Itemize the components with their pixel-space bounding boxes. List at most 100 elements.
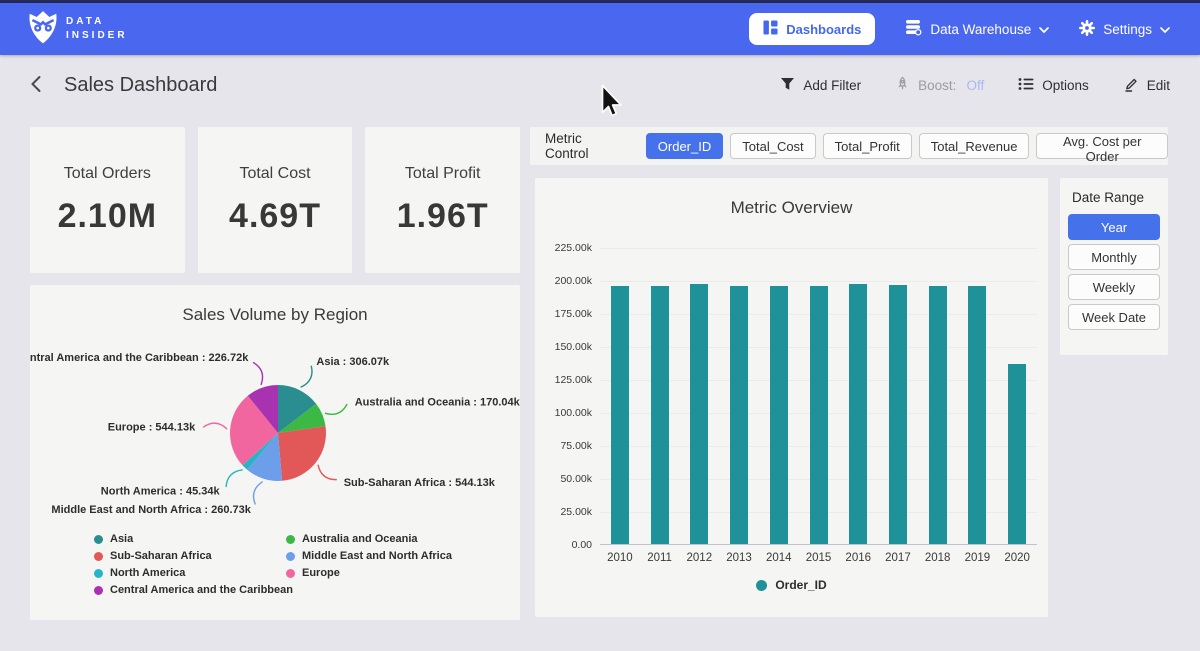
- sales-volume-card: Sales Volume by Region Asia : 306.07kAus…: [30, 285, 520, 620]
- date-option-week-date[interactable]: Week Date: [1068, 304, 1160, 330]
- nav-settings[interactable]: Settings: [1079, 20, 1170, 39]
- bar-2017[interactable]: [889, 285, 907, 544]
- logo[interactable]: DATA INSIDER: [28, 9, 128, 50]
- bar-2010[interactable]: [611, 286, 629, 544]
- bar-legend-item[interactable]: Order_ID: [535, 578, 1048, 592]
- pie-legend-item-central-america-and-the-caribbean[interactable]: Central America and the Caribbean: [94, 584, 293, 596]
- kpi-card-total-orders: Total Orders2.10M: [30, 127, 185, 273]
- edit-button[interactable]: Edit: [1117, 75, 1176, 96]
- kpi-value: 1.96T: [397, 197, 489, 236]
- y-axis-tick: 0.00: [538, 539, 592, 551]
- pie-legend-item-sub-saharan-africa[interactable]: Sub-Saharan Africa: [94, 550, 293, 562]
- legend-label: North America: [110, 567, 185, 579]
- pie-chart-title: Sales Volume by Region: [30, 305, 520, 325]
- bar-2014[interactable]: [770, 286, 788, 544]
- legend-dot: [94, 552, 103, 561]
- x-axis-label: 2017: [878, 552, 918, 564]
- metric-option-order-id[interactable]: Order_ID: [646, 133, 723, 159]
- pie-label-europe: Europe : 544.13k: [108, 421, 196, 433]
- legend-dot: [286, 569, 295, 578]
- pie-legend-item-australia-and-oceania[interactable]: Australia and Oceania: [286, 533, 452, 545]
- legend-dot: [94, 586, 103, 595]
- legend-label: Middle East and North Africa: [302, 550, 452, 562]
- boost-toggle[interactable]: Boost:Off: [889, 75, 990, 96]
- gridline: [600, 281, 1037, 282]
- pie-legend-column-1: Asia Sub-Saharan Africa North America Centr…: [94, 533, 293, 596]
- metric-control-label: Metric Control: [545, 131, 628, 161]
- legend-label: Australia and Oceania: [302, 533, 418, 545]
- bar-2012[interactable]: [690, 284, 708, 544]
- pie-label-north-america: North America : 45.34k: [101, 485, 221, 497]
- x-axis-label: 2018: [918, 552, 958, 564]
- pie-legend-item-asia[interactable]: Asia: [94, 533, 293, 545]
- bar-2018[interactable]: [929, 286, 947, 544]
- pie-slice-sub-saharan-africa[interactable]: [278, 426, 326, 481]
- x-axis-label: 2016: [838, 552, 878, 564]
- date-option-year[interactable]: Year: [1068, 214, 1160, 240]
- bar-2019[interactable]: [968, 286, 986, 544]
- kpi-card-total-cost: Total Cost4.69T: [198, 127, 353, 273]
- boost-value: Off: [966, 78, 984, 93]
- date-option-weekly[interactable]: Weekly: [1068, 274, 1160, 300]
- metric-option-total-profit[interactable]: Total_Profit: [823, 133, 912, 159]
- page-title: Sales Dashboard: [64, 74, 217, 97]
- x-axis-label: 2014: [759, 552, 799, 564]
- pie-legend-item-europe[interactable]: Europe: [286, 567, 452, 579]
- pie-leader-line: [254, 482, 263, 505]
- rocket-icon: [895, 76, 910, 95]
- y-axis-tick: 175.00k: [538, 308, 592, 320]
- pie-label-middle-east-and-north-africa: Middle East and North Africa : 260.73k: [51, 504, 251, 516]
- back-button[interactable]: [30, 75, 42, 96]
- kpi-row: Total Orders2.10MTotal Cost4.69TTotal Pr…: [30, 127, 520, 273]
- legend-dot: [286, 535, 295, 544]
- metric-option-total-revenue[interactable]: Total_Revenue: [919, 133, 1030, 159]
- x-axis-label: 2019: [958, 552, 998, 564]
- options-button[interactable]: Options: [1012, 76, 1095, 95]
- bar-2016[interactable]: [849, 284, 867, 544]
- y-axis-tick: 75.00k: [538, 440, 592, 452]
- kpi-card-total-profit: Total Profit1.96T: [365, 127, 520, 273]
- y-axis-tick: 225.00k: [538, 242, 592, 254]
- legend-label: Central America and the Caribbean: [110, 584, 293, 596]
- pie-legend-item-middle-east-and-north-africa[interactable]: Middle East and North Africa: [286, 550, 452, 562]
- date-option-monthly[interactable]: Monthly: [1068, 244, 1160, 270]
- legend-dot: [286, 552, 295, 561]
- metric-option-total-cost[interactable]: Total_Cost: [730, 133, 815, 159]
- owl-icon: [28, 9, 58, 50]
- x-axis-label: 2020: [997, 552, 1037, 564]
- database-icon: [905, 19, 922, 39]
- x-axis-label: 2011: [640, 552, 680, 564]
- bar-2020[interactable]: [1008, 364, 1026, 544]
- bar-chart-title: Metric Overview: [535, 198, 1048, 218]
- pie-legend-item-north-america[interactable]: North America: [94, 567, 293, 579]
- pie-label-asia: Asia : 306.07k: [316, 356, 390, 368]
- kpi-label: Total Cost: [239, 165, 310, 183]
- nav-dashboards-button[interactable]: Dashboards: [749, 13, 875, 45]
- list-icon: [1018, 77, 1034, 94]
- bar-2015[interactable]: [810, 286, 828, 544]
- navbar-right: Dashboards Data Warehouse: [749, 13, 1170, 45]
- pencil-icon: [1123, 76, 1139, 95]
- y-axis-tick: 125.00k: [538, 374, 592, 386]
- dashboard-app: DATA INSIDER Dashboards: [0, 0, 1200, 651]
- chevron-down-icon: [1039, 22, 1049, 37]
- gear-icon: [1079, 20, 1095, 39]
- nav-data-warehouse[interactable]: Data Warehouse: [905, 19, 1049, 39]
- bar-2013[interactable]: [730, 286, 748, 544]
- x-axis-label: 2010: [600, 552, 640, 564]
- legend-label: Asia: [110, 533, 133, 545]
- funnel-icon: [780, 77, 795, 94]
- add-filter-button[interactable]: Add Filter: [774, 76, 867, 95]
- legend-label: Europe: [302, 567, 340, 579]
- y-axis-tick: 150.00k: [538, 341, 592, 353]
- y-axis-tick: 200.00k: [538, 275, 592, 287]
- pie-chart: Asia : 306.07kAustralia and Oceania : 17…: [30, 325, 520, 531]
- bar-plot: 225.00k200.00k175.00k150.00k125.00k100.0…: [600, 248, 1037, 545]
- legend-dot: [756, 580, 767, 591]
- metric-options: Order_ID Total_Cost Total_Profit Total_Reve…: [646, 133, 1168, 159]
- metric-option-avg-cost-per-order[interactable]: Avg. Cost per Order: [1036, 133, 1168, 159]
- kpi-value: 2.10M: [58, 197, 158, 236]
- bar-2011[interactable]: [651, 286, 669, 544]
- y-axis-tick: 25.00k: [538, 506, 592, 518]
- legend-label: Sub-Saharan Africa: [110, 550, 212, 562]
